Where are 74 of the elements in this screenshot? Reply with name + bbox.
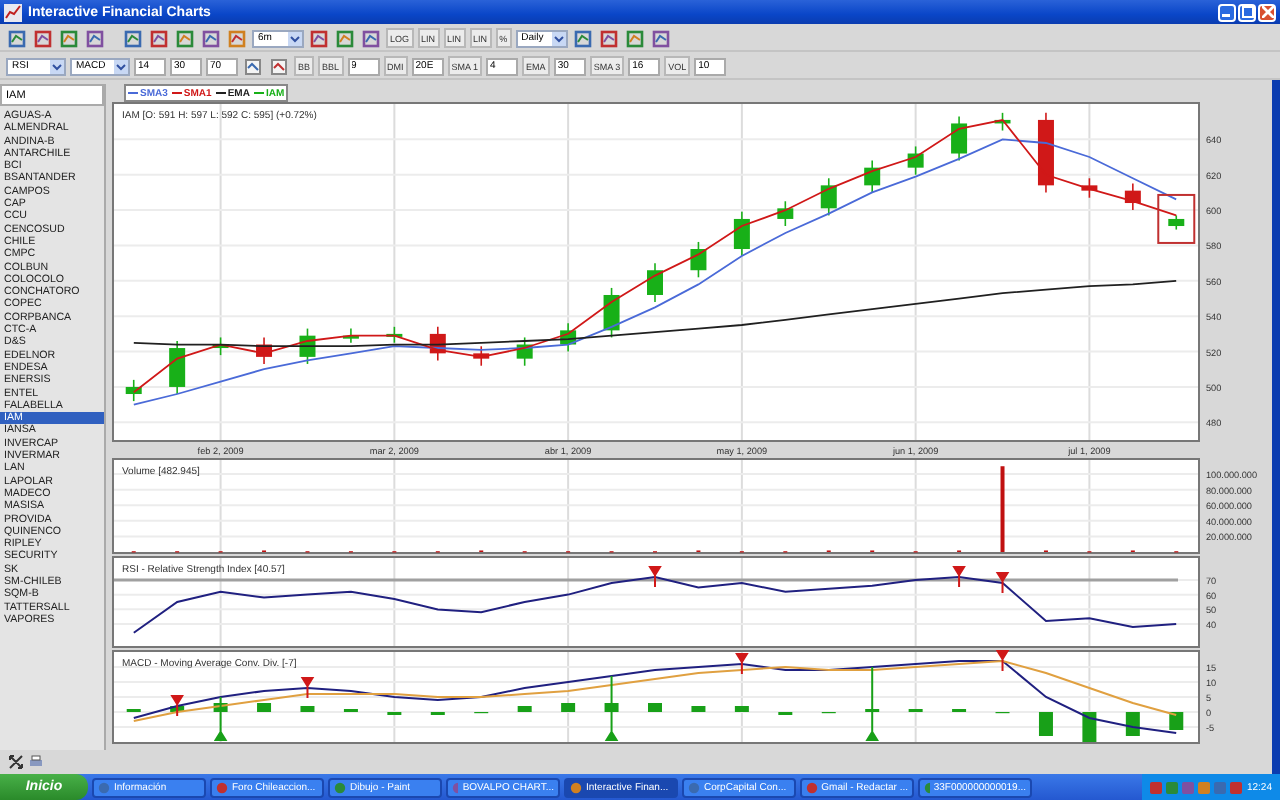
highlight-frame bbox=[1157, 193, 1196, 244]
data-bar bbox=[517, 706, 532, 712]
toolbar-icon[interactable] bbox=[360, 27, 382, 49]
app-icon bbox=[924, 781, 930, 793]
price-candle bbox=[125, 379, 142, 402]
app-icon bbox=[452, 781, 459, 793]
price-candle bbox=[256, 336, 273, 365]
toolbar-icon[interactable] bbox=[597, 27, 620, 49]
toolbar-icon[interactable] bbox=[334, 27, 356, 49]
toolbar-icon[interactable] bbox=[242, 55, 264, 77]
price-candle bbox=[733, 211, 750, 257]
price-candle bbox=[994, 112, 1011, 132]
legend-line bbox=[253, 92, 264, 94]
caret-icon bbox=[551, 31, 566, 45]
price-candle bbox=[907, 145, 924, 176]
price-candle bbox=[473, 345, 490, 367]
toolbar-icon[interactable] bbox=[32, 27, 54, 49]
data-bar bbox=[257, 703, 272, 712]
data-bar bbox=[648, 703, 662, 712]
toolbar-icon[interactable] bbox=[649, 27, 672, 49]
price-candle bbox=[951, 115, 968, 162]
maximize-button[interactable] bbox=[1238, 3, 1256, 21]
toolbar-icon[interactable] bbox=[174, 27, 196, 49]
price-candle bbox=[169, 340, 186, 395]
caret-icon bbox=[288, 31, 302, 45]
chart-icon bbox=[4, 3, 22, 21]
price-candle bbox=[777, 200, 794, 227]
toolbar-icon[interactable] bbox=[268, 55, 290, 77]
toolbar-icon[interactable] bbox=[84, 27, 106, 49]
data-bar bbox=[1082, 712, 1097, 742]
close-icon bbox=[1261, 6, 1273, 18]
caret-icon bbox=[114, 59, 128, 73]
price-candle bbox=[560, 322, 577, 353]
price-candle bbox=[342, 327, 359, 344]
price-candle bbox=[647, 262, 663, 303]
price-candle bbox=[1168, 214, 1185, 231]
expand-icon[interactable] bbox=[8, 754, 24, 770]
data-bar bbox=[561, 703, 576, 712]
price-candle bbox=[820, 177, 837, 217]
price-candle bbox=[516, 336, 533, 367]
print-icon[interactable] bbox=[28, 754, 44, 770]
data-bar bbox=[1000, 466, 1005, 552]
toolbar-icon[interactable] bbox=[623, 27, 646, 49]
price-candle bbox=[603, 287, 620, 339]
data-bar bbox=[691, 706, 706, 712]
price-candle bbox=[429, 326, 446, 362]
toolbar-icon[interactable] bbox=[122, 27, 144, 49]
app-icon bbox=[570, 781, 582, 793]
caret-icon bbox=[50, 59, 64, 73]
toolbar-icon[interactable] bbox=[571, 27, 594, 49]
toolbar-icon[interactable] bbox=[308, 27, 330, 49]
price-candle bbox=[386, 326, 403, 344]
maximize-icon bbox=[1241, 6, 1253, 18]
price-candle bbox=[212, 336, 229, 356]
price-candle bbox=[690, 241, 707, 279]
toolbar-icon[interactable] bbox=[58, 27, 80, 49]
toolbar-icon[interactable] bbox=[200, 27, 222, 49]
toolbar-icon[interactable] bbox=[6, 27, 28, 49]
app-icon bbox=[216, 781, 228, 793]
data-bar bbox=[734, 706, 749, 712]
app-icon bbox=[334, 781, 346, 793]
close-button[interactable] bbox=[1258, 3, 1276, 21]
price-candle bbox=[864, 159, 881, 194]
app-icon bbox=[98, 781, 110, 793]
toolbar-icon[interactable] bbox=[226, 27, 248, 49]
price-candle bbox=[299, 327, 316, 365]
app-icon bbox=[688, 781, 700, 793]
price-candle bbox=[1124, 182, 1141, 211]
data-bar bbox=[1169, 712, 1184, 730]
price-candle bbox=[1081, 177, 1098, 199]
minimize-button[interactable] bbox=[1218, 3, 1236, 21]
toolbar-icon[interactable] bbox=[148, 27, 170, 49]
data-bar bbox=[300, 706, 315, 712]
app-icon bbox=[806, 781, 818, 793]
